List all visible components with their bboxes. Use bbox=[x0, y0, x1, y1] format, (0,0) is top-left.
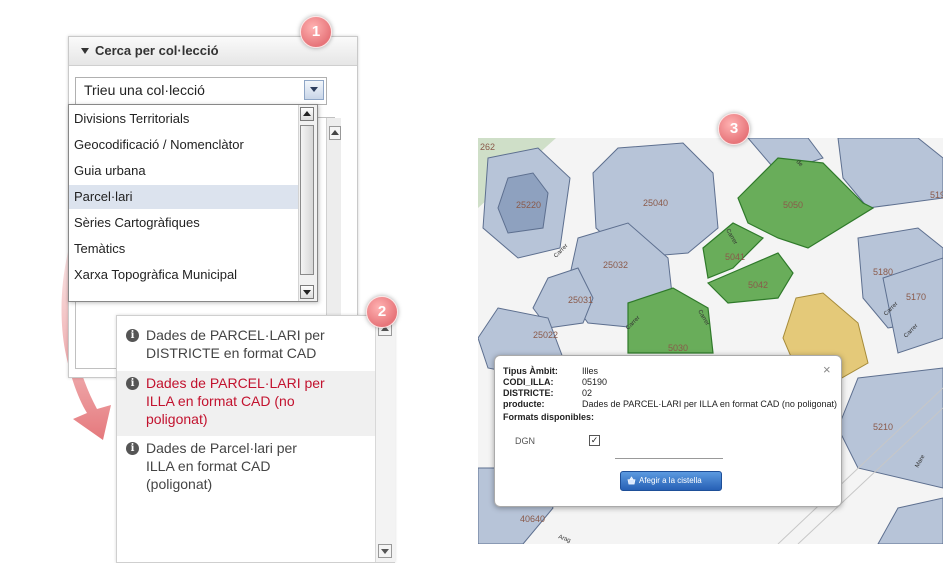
info-icon[interactable]: i bbox=[126, 329, 139, 342]
divider bbox=[615, 458, 723, 459]
block-label: 5170 bbox=[906, 292, 926, 302]
field-label: Tipus Àmbit: bbox=[503, 366, 558, 376]
collection-select[interactable]: Trieu una col·lecció bbox=[75, 77, 327, 105]
field-value: 02 bbox=[582, 388, 593, 398]
product-line: ILLA en format CAD bbox=[146, 458, 271, 474]
block-label: 5050 bbox=[783, 200, 803, 210]
block-label: 25031 bbox=[568, 295, 593, 305]
field-label: producte: bbox=[503, 399, 545, 409]
basket-icon bbox=[627, 476, 636, 485]
product-line: Dades de PARCEL·LARI per bbox=[146, 375, 325, 391]
dropdown-option[interactable]: Divisions Territorials bbox=[69, 107, 299, 131]
block-label: 25220 bbox=[516, 200, 541, 210]
add-to-basket-button[interactable]: Afegir a la cistella bbox=[620, 471, 722, 491]
info-icon[interactable]: i bbox=[126, 377, 139, 390]
block-label: 40640 bbox=[520, 514, 545, 524]
block-label: 5210 bbox=[873, 422, 893, 432]
dropdown-option-selected[interactable]: Parcel·lari bbox=[69, 185, 299, 209]
product-scrollbar[interactable] bbox=[375, 316, 395, 562]
block-label: 5180 bbox=[873, 267, 893, 277]
panel-title: Cerca per col·lecció bbox=[95, 43, 219, 58]
scroll-up-icon[interactable] bbox=[300, 107, 314, 121]
product-item[interactable]: i Dades de PARCEL·LARI per DISTRICTE en … bbox=[117, 326, 375, 372]
close-icon[interactable]: × bbox=[823, 362, 831, 377]
product-list-panel: i Dades de PARCEL·LARI per DISTRICTE en … bbox=[116, 315, 395, 563]
dropdown-option[interactable]: Guia urbana bbox=[69, 159, 299, 183]
dropdown-option[interactable]: Geocodificació / Nomenclàtor bbox=[69, 133, 299, 157]
field-value: Illes bbox=[582, 366, 599, 376]
product-item[interactable]: i Dades de Parcel·lari per ILLA en forma… bbox=[117, 439, 375, 499]
scroll-up-icon[interactable] bbox=[329, 126, 341, 140]
scroll-down-icon[interactable] bbox=[378, 544, 392, 558]
step-badge-2: 2 bbox=[366, 296, 398, 328]
product-line: DISTRICTE en format CAD bbox=[146, 345, 317, 361]
field-label: CODI_ILLA: bbox=[503, 377, 554, 387]
field-label: DISTRICTE: bbox=[503, 388, 554, 398]
info-popup: × Tipus Àmbit: Illes CODI_ILLA: 05190 DI… bbox=[494, 355, 842, 507]
chevron-down-icon[interactable] bbox=[304, 80, 324, 100]
add-to-basket-label: Afegir a la cistella bbox=[639, 476, 702, 485]
formats-label: Formats disponibles: bbox=[503, 412, 595, 422]
field-value: 05190 bbox=[582, 377, 608, 387]
dropdown-option[interactable]: Temàtics bbox=[69, 237, 299, 261]
field-value: Dades de PARCEL·LARI per ILLA en format … bbox=[582, 399, 837, 409]
product-line: Dades de Parcel·lari per bbox=[146, 440, 297, 456]
product-line: Dades de PARCEL·LARI per bbox=[146, 327, 325, 343]
collection-select-value: Trieu una col·lecció bbox=[84, 82, 205, 98]
dropdown-option[interactable]: Xarxa Topogràfica Municipal bbox=[69, 263, 299, 287]
step-badge-3: 3 bbox=[718, 113, 750, 145]
block-label: 5042 bbox=[748, 280, 768, 290]
collapse-arrow-icon[interactable] bbox=[81, 48, 89, 54]
format-name: DGN bbox=[515, 436, 535, 446]
block-label: 25032 bbox=[603, 260, 628, 270]
block-label: 5030 bbox=[668, 343, 688, 353]
info-icon[interactable]: i bbox=[126, 442, 139, 455]
product-line: (poligonat) bbox=[146, 476, 213, 492]
collection-dropdown-list: Divisions Territorials Geocodificació / … bbox=[68, 104, 318, 302]
product-line: poligonat) bbox=[146, 411, 208, 427]
scroll-down-icon[interactable] bbox=[300, 285, 314, 299]
product-line: ILLA en format CAD (no bbox=[146, 393, 295, 409]
step-badge-1: 1 bbox=[300, 16, 332, 48]
block-label: 519 bbox=[930, 190, 943, 200]
block-label: 25040 bbox=[643, 198, 668, 208]
scrollbar-thumb[interactable] bbox=[300, 125, 314, 275]
block-label: 25022 bbox=[533, 330, 558, 340]
checkbox-icon[interactable]: ✓ bbox=[589, 435, 600, 446]
block-label: 262 bbox=[480, 142, 495, 152]
dropdown-option[interactable]: Sèries Cartogràfiques bbox=[69, 211, 299, 235]
block-label: 5041 bbox=[725, 252, 745, 262]
product-item-selected[interactable]: i Dades de PARCEL·LARI per ILLA en forma… bbox=[117, 371, 375, 436]
